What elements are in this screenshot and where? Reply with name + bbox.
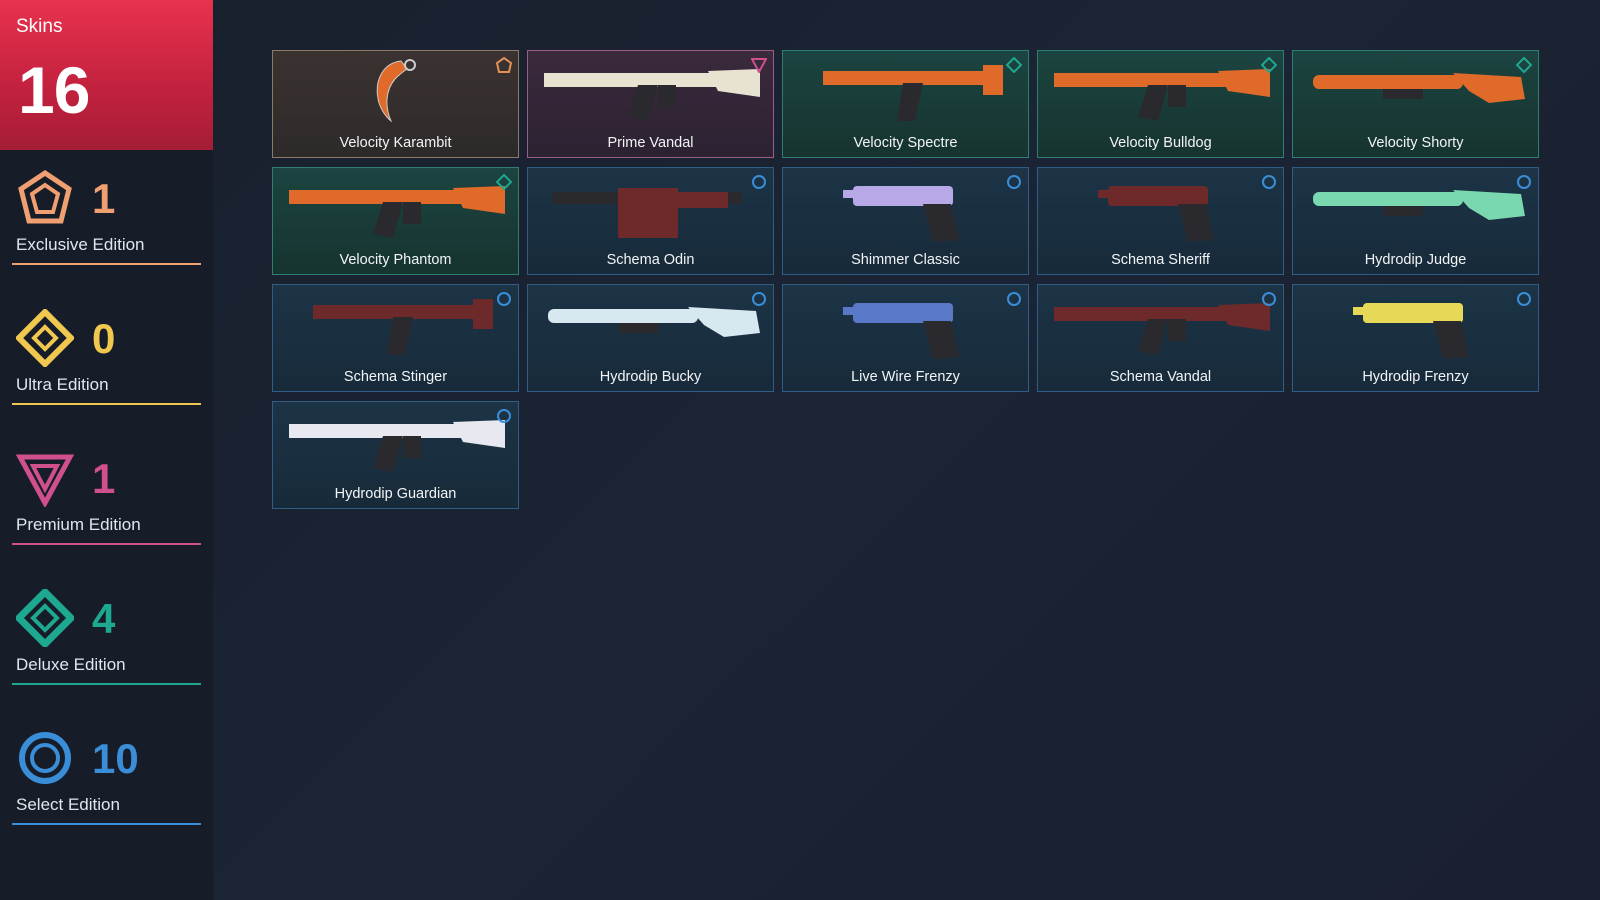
skin-card[interactable]: Velocity Phantom — [272, 167, 519, 275]
tier-exclusive: 1 Exclusive Edition — [12, 155, 201, 265]
premium-tier-badge-icon — [750, 57, 768, 75]
skin-name: Velocity Phantom — [339, 252, 452, 268]
select-tier-badge-icon — [751, 291, 767, 307]
tier-count: 1 — [92, 175, 116, 222]
skin-name: Hydrodip Bucky — [599, 369, 702, 385]
skin-card[interactable]: Velocity Spectre — [782, 50, 1029, 158]
ultra-icon — [14, 307, 76, 369]
tier-name: Ultra Edition — [16, 375, 109, 394]
rifle-icon — [1038, 285, 1283, 365]
skin-card[interactable]: Schema Stinger — [272, 284, 519, 392]
rifle-icon — [528, 51, 773, 131]
skin-card[interactable]: Prime Vandal — [527, 50, 774, 158]
rifle-icon — [273, 402, 518, 482]
tier-count: 4 — [92, 595, 116, 642]
select-tier-badge-icon — [496, 291, 512, 307]
select-tier-badge-icon — [1261, 291, 1277, 307]
total-skins-panel: Skins 16 — [0, 0, 213, 150]
total-skins-label: Skins — [16, 16, 63, 37]
machinegun-icon — [528, 168, 773, 248]
tier-ultra: 0 Ultra Edition — [12, 295, 201, 405]
select-tier-badge-icon — [751, 174, 767, 190]
skin-name: Schema Stinger — [343, 369, 448, 385]
skin-name: Schema Vandal — [1109, 369, 1212, 385]
tier-name: Select Edition — [16, 795, 120, 814]
skin-name: Velocity Bulldog — [1109, 135, 1212, 151]
shotgun-icon — [1293, 51, 1538, 131]
tier-name: Deluxe Edition — [16, 655, 126, 674]
skin-name: Live Wire Frenzy — [851, 369, 960, 385]
shotgun-icon — [1293, 168, 1538, 248]
skin-name: Hydrodip Guardian — [334, 486, 457, 502]
skin-card[interactable]: Hydrodip Frenzy — [1292, 284, 1539, 392]
select-tier-badge-icon — [1516, 174, 1532, 190]
deluxe-tier-badge-icon — [1260, 56, 1278, 74]
select-tier-badge-icon — [496, 408, 512, 424]
skin-card[interactable]: Velocity Karambit — [272, 50, 519, 158]
premium-icon — [15, 449, 75, 509]
select-tier-badge-icon — [1516, 291, 1532, 307]
skin-name: Prime Vandal — [607, 135, 694, 151]
select-tier-badge-icon — [1006, 174, 1022, 190]
skin-card[interactable]: Velocity Shorty — [1292, 50, 1539, 158]
skin-name: Hydrodip Frenzy — [1362, 369, 1469, 385]
tier-name: Premium Edition — [16, 515, 141, 534]
select-tier-badge-icon — [1261, 174, 1277, 190]
pistol-icon — [1293, 285, 1538, 365]
skin-name: Velocity Spectre — [853, 135, 958, 151]
pistol-icon — [783, 168, 1028, 248]
skin-name: Velocity Shorty — [1367, 135, 1464, 151]
skin-card[interactable]: Schema Odin — [527, 167, 774, 275]
pistol-icon — [783, 285, 1028, 365]
select-tier-badge-icon — [1006, 291, 1022, 307]
skin-card[interactable]: Shimmer Classic — [782, 167, 1029, 275]
smg-icon — [783, 51, 1028, 131]
select-icon — [16, 729, 74, 787]
total-skins-count: 16 — [18, 53, 90, 127]
skin-card[interactable]: Schema Sheriff — [1037, 167, 1284, 275]
knife-icon — [273, 51, 518, 131]
deluxe-tier-badge-icon — [495, 173, 513, 191]
skin-card[interactable]: Live Wire Frenzy — [782, 284, 1029, 392]
tier-count: 0 — [92, 315, 116, 362]
skin-name: Velocity Karambit — [339, 135, 452, 151]
tier-count: 10 — [92, 735, 139, 782]
smg-icon — [273, 285, 518, 365]
skin-card[interactable]: Schema Vandal — [1037, 284, 1284, 392]
skin-card[interactable]: Hydrodip Judge — [1292, 167, 1539, 275]
tier-name: Exclusive Edition — [16, 235, 145, 254]
exclusive-tier-badge-icon — [495, 56, 513, 73]
tier-select: 10 Select Edition — [12, 715, 201, 825]
rifle-icon — [1038, 51, 1283, 131]
sidebar: Skins 16 1 Exclusive Edition 0 Ultra Editio… — [0, 0, 213, 900]
deluxe-icon — [15, 588, 75, 648]
skin-name: Shimmer Classic — [851, 252, 960, 268]
rifle-icon — [273, 168, 518, 248]
tier-count: 1 — [92, 455, 116, 502]
skin-name: Schema Odin — [606, 252, 695, 268]
skin-card[interactable]: Velocity Bulldog — [1037, 50, 1284, 158]
tier-deluxe: 4 Deluxe Edition — [12, 575, 201, 685]
exclusive-icon — [16, 169, 74, 227]
skin-card[interactable]: Hydrodip Bucky — [527, 284, 774, 392]
skin-name: Schema Sheriff — [1111, 252, 1210, 268]
skin-name: Hydrodip Judge — [1364, 252, 1467, 268]
tier-premium: 1 Premium Edition — [12, 435, 201, 545]
deluxe-tier-badge-icon — [1005, 56, 1023, 74]
deluxe-tier-badge-icon — [1515, 56, 1533, 74]
skin-card[interactable]: Hydrodip Guardian — [272, 401, 519, 509]
shotgun-icon — [528, 285, 773, 365]
revolver-icon — [1038, 168, 1283, 248]
